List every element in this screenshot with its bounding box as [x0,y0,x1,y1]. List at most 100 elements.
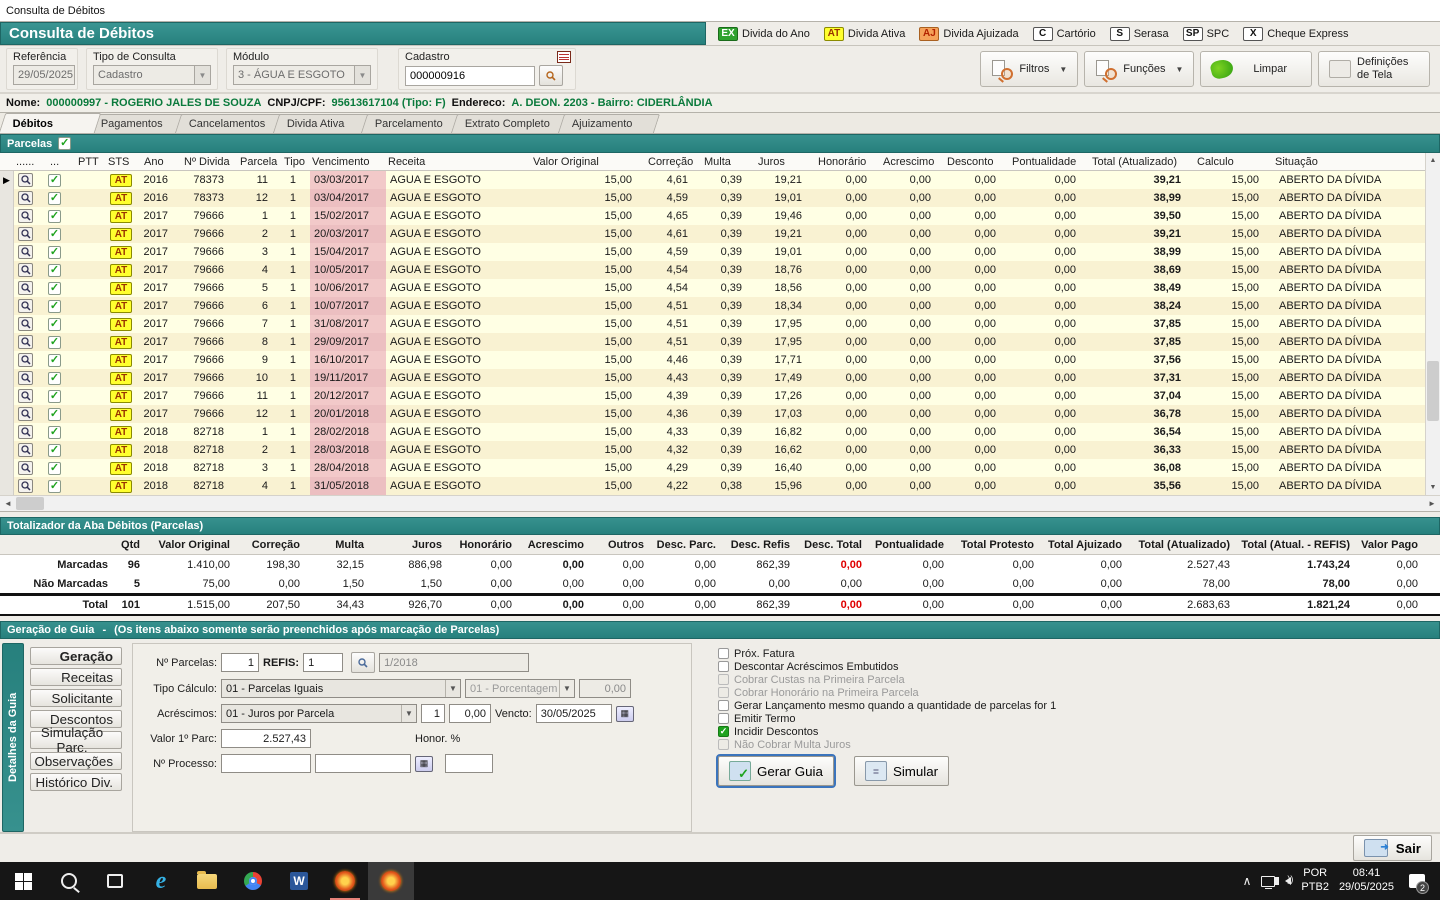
n-parcelas-input[interactable]: 1 [221,653,259,672]
chevron-down-icon[interactable]: ▼ [195,65,211,85]
row-search-icon[interactable] [18,209,33,223]
acrescimos-n-input[interactable]: 1 [421,704,445,723]
definicoes-tela-button[interactable]: Definições de Tela [1318,51,1430,87]
valor-1parc-input[interactable]: 2.527,43 [221,729,311,748]
scroll-up-icon[interactable]: ▲ [1426,153,1440,168]
processo-aux-input[interactable] [315,754,411,773]
row-checkbox[interactable]: ✓ [48,317,61,331]
guia-option[interactable]: ✓ Incidir Descontos [718,725,1440,738]
cadastro-search-button[interactable] [539,65,563,86]
internet-explorer-icon[interactable]: e [138,862,184,900]
guia-option[interactable]: Gerar Lançamento mesmo quando a quantida… [718,699,1440,712]
row-search-icon[interactable] [18,353,33,367]
row-search-icon[interactable] [18,227,33,241]
row-search-icon[interactable] [18,317,33,331]
vertical-scrollbar[interactable]: ▲ ▼ [1425,153,1440,495]
tab-extrato-completo[interactable]: Extrato Completo [451,114,573,133]
row-search-icon[interactable] [18,191,33,205]
app-orange-1-icon[interactable] [322,862,368,900]
row-checkbox[interactable]: ✓ [48,479,61,493]
row-checkbox[interactable]: ✓ [48,353,61,367]
tab-parcelamento[interactable]: Parcelamento [361,114,466,133]
hscrollbar-thumb[interactable] [16,497,44,510]
guia-button-receitas[interactable]: Receitas [30,668,122,686]
acrescimos-select[interactable]: 01 - Juros por Parcela ▼ [221,704,417,723]
modulo-select[interactable]: 3 - ÁGUA E ESGOTO [233,65,355,85]
tab-ajuizamento[interactable]: Ajuizamento [558,114,661,133]
file-explorer-icon[interactable] [184,862,230,900]
tab-pagamentos[interactable]: Pagamentos [86,114,190,133]
parcelas-checkbox[interactable]: ✓ [58,137,72,150]
network-icon[interactable] [1261,875,1276,889]
row-checkbox[interactable]: ✓ [48,461,61,475]
row-checkbox[interactable]: ✓ [48,281,61,295]
honor-input[interactable] [445,754,493,773]
sair-button[interactable]: Sair [1352,835,1432,861]
row-checkbox[interactable]: ✓ [48,443,61,457]
language-indicator[interactable]: POR PTB2 [1301,867,1329,895]
guia-button-hist-rico-div-[interactable]: Histórico Div. [30,773,122,791]
checkbox-gerar-lan-amento-mesmo-quando-a-quantidade-de-parcelas-for-1[interactable] [718,700,729,711]
scrollbar-thumb[interactable] [1427,361,1439,422]
gerar-guia-button[interactable]: Gerar Guia [716,754,836,788]
row-checkbox[interactable]: ✓ [48,425,61,439]
referencia-input[interactable]: 29/05/2025 [13,65,75,85]
row-search-icon[interactable] [18,335,33,349]
guia-option[interactable]: Próx. Fatura [718,647,1440,660]
speaker-icon[interactable] [1275,874,1293,885]
row-checkbox[interactable]: ✓ [48,389,61,403]
cadastro-list-icon[interactable] [557,51,571,63]
row-checkbox[interactable]: ✓ [48,263,61,277]
task-view-icon[interactable] [92,862,138,900]
guia-button-solicitante[interactable]: Solicitante [30,689,122,707]
row-search-icon[interactable] [18,173,33,187]
row-search-icon[interactable] [18,443,33,457]
notification-center-icon[interactable]: 2 [1404,862,1430,900]
row-checkbox[interactable]: ✓ [48,173,61,187]
tray-expand-icon[interactable]: ∧ [1243,874,1252,888]
row-checkbox[interactable]: ✓ [48,371,61,385]
row-search-icon[interactable] [18,479,33,493]
start-icon[interactable] [0,862,46,900]
checkbox-pr-x-fatura[interactable] [718,648,729,659]
tab-divida-ativa[interactable]: Divida Ativa [273,114,376,133]
guia-option[interactable]: Descontar Acréscimos Embutidos [718,660,1440,673]
row-checkbox[interactable]: ✓ [48,227,61,241]
row-search-icon[interactable] [18,371,33,385]
scroll-down-icon[interactable]: ▼ [1426,480,1440,495]
checkbox-incidir-descontos[interactable]: ✓ [718,726,729,737]
row-search-icon[interactable] [18,425,33,439]
clock[interactable]: 08:41 29/05/2025 [1339,867,1394,895]
n-processo-input[interactable] [221,754,311,773]
word-icon[interactable]: W [276,862,322,900]
row-search-icon[interactable] [18,407,33,421]
guia-button-gera-o[interactable]: Geração [30,647,122,665]
limpar-button[interactable]: Limpar [1200,51,1312,87]
row-checkbox[interactable]: ✓ [48,407,61,421]
calendar-icon[interactable]: ▦ [615,705,634,722]
row-search-icon[interactable] [18,263,33,277]
row-checkbox[interactable]: ✓ [48,209,61,223]
guia-button-observa-es[interactable]: Observações [30,752,122,770]
search-icon[interactable] [46,862,92,900]
row-search-icon[interactable] [18,245,33,259]
guia-option[interactable]: Emitir Termo [718,712,1440,725]
row-search-icon[interactable] [18,281,33,295]
row-search-icon[interactable] [18,461,33,475]
row-search-icon[interactable] [18,299,33,313]
funcoes-button[interactable]: Funções ▼ [1084,51,1195,87]
chrome-icon[interactable] [230,862,276,900]
tab-débitos[interactable]: Débitos [0,113,102,133]
app-orange-2-icon[interactable] [368,862,414,900]
row-search-icon[interactable] [18,389,33,403]
tab-cancelamentos[interactable]: Cancelamentos [174,114,288,133]
checkbox-descontar-acr-scimos-embutidos[interactable] [718,661,729,672]
row-checkbox[interactable]: ✓ [48,335,61,349]
detalhes-da-guia-tab[interactable]: Detalhes da Guia [2,643,24,832]
filtros-button[interactable]: Filtros ▼ [980,51,1079,87]
calculator-icon[interactable]: ▦ [415,755,433,772]
row-checkbox[interactable]: ✓ [48,245,61,259]
simular-button[interactable]: ≣ Simular [853,756,950,786]
vencto-input[interactable]: 30/05/2025 [535,704,612,723]
cadastro-input[interactable]: 000000916 [405,65,535,86]
